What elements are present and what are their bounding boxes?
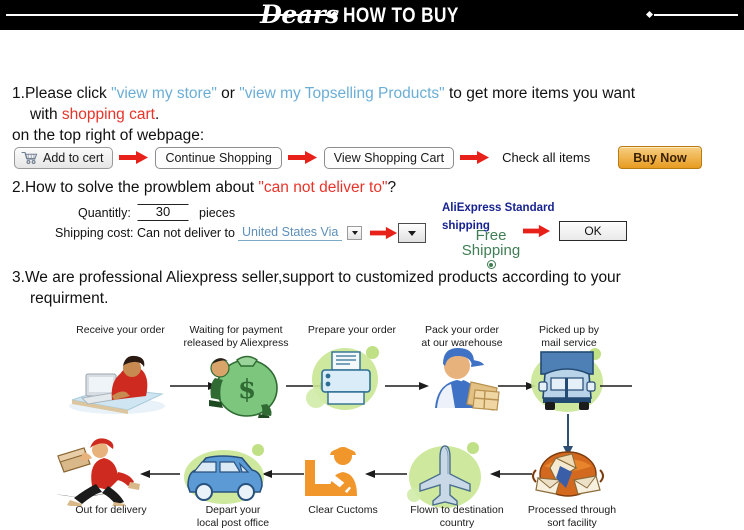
header-rule-right xyxy=(654,14,738,16)
flow-label-processed-sort: Processed through sort facility xyxy=(527,504,617,530)
buy-now-button[interactable]: Buy Now xyxy=(618,146,702,169)
quantity-input[interactable]: 30 xyxy=(137,204,189,221)
section1-line2-text-b: . xyxy=(154,106,160,123)
country-select-value[interactable]: United States Via xyxy=(238,225,343,241)
section1-line1-text-a: Please click xyxy=(24,85,112,102)
svg-text:$: $ xyxy=(238,375,256,405)
section1-line3: on the top right of webpage: xyxy=(12,127,205,144)
flow-line-right-icon xyxy=(600,385,632,387)
continue-shopping-label: Continue Shopping xyxy=(165,150,272,165)
arrow-5-icon xyxy=(523,224,551,243)
flow-label-prepare-your-order: Prepare your order xyxy=(307,324,397,336)
pieces-label: pieces xyxy=(199,206,236,220)
delivery-van-icon xyxy=(178,440,274,513)
free-shipping-option[interactable]: Free Shipping xyxy=(452,228,530,269)
flow-arrow-3-icon xyxy=(385,382,429,390)
section1-button-row: Add to cert Continue Shopping View Shopp… xyxy=(14,146,702,169)
section1-line1-text-c: to get more items you want xyxy=(444,85,636,102)
arrow-4-icon xyxy=(370,226,398,245)
arrow-1-icon xyxy=(119,150,149,165)
shipping-flowchart: Receive your order Waiting for payment r… xyxy=(0,318,744,529)
view-shopping-cart-button[interactable]: View Shopping Cart xyxy=(323,146,455,169)
shopping-cart-icon xyxy=(21,151,38,164)
quantity-label: Quantitly: xyxy=(78,206,131,220)
section1-number: 1. xyxy=(12,85,25,102)
printer-icon xyxy=(306,344,386,419)
can-not-deliver-highlight: "can not deliver to" xyxy=(258,179,388,196)
brand-logo: Dears xyxy=(260,0,339,29)
mail-truck-icon xyxy=(527,344,609,421)
section2-heading: 2.How to solve the prowblem about "can n… xyxy=(12,178,396,197)
person-at-computer-icon xyxy=(62,354,170,421)
page-title: HOW TO BUY xyxy=(342,3,459,27)
section2-heading-b: ? xyxy=(387,179,397,196)
section1-line2-text-a: with xyxy=(30,106,62,123)
section2-heading-a: How to solve the prowblem about xyxy=(24,179,259,196)
free-shipping-line1: Free xyxy=(475,227,507,244)
flow-label-receive-your-order: Receive your order xyxy=(76,324,165,336)
money-bag-icon: $ xyxy=(207,346,283,423)
arrow-2-icon xyxy=(287,150,318,165)
flow-label-depart-local-post: Depart your local post office xyxy=(196,504,270,530)
view-shopping-cart-label: View Shopping Cart xyxy=(333,150,445,165)
check-all-items-label: Check all items xyxy=(502,150,591,165)
flow-label-flown-to-destination: Flown to destination country xyxy=(410,504,504,530)
flow-arrow-5-icon xyxy=(490,470,532,478)
header-title-wrap: Dears HOW TO BUY xyxy=(0,0,744,30)
running-courier-icon xyxy=(52,436,148,511)
sort-facility-globe-icon xyxy=(530,444,606,507)
standard-shipping-line1: AliExpress Standard xyxy=(442,202,555,214)
section1-line2: with shopping cart. xyxy=(30,105,159,124)
add-to-cart-button[interactable]: Add to cert xyxy=(14,146,114,169)
buy-now-label: Buy Now xyxy=(633,150,687,165)
section3-line1: 3.We are professional Aliexpress seller,… xyxy=(12,268,621,287)
section2-number: 2. xyxy=(12,179,25,196)
page-body: 1.Please click "view my store" or "view … xyxy=(0,30,744,529)
chevron-down-icon xyxy=(351,231,358,235)
flow-label-out-for-delivery: Out for delivery xyxy=(75,504,147,516)
chevron-down-icon xyxy=(408,230,416,236)
shipping-cost-label: Shipping cost: Can not deliver to xyxy=(55,226,235,240)
country-dropdown-small[interactable] xyxy=(347,226,362,240)
customs-officer-icon xyxy=(303,444,371,507)
arrow-3-icon xyxy=(460,150,490,165)
section3-text1: We are professional Aliexpress seller,su… xyxy=(24,269,621,286)
link-view-my-store[interactable]: "view my store" xyxy=(111,85,217,102)
shipping-method-dropdown[interactable] xyxy=(398,223,426,243)
flow-label-clear-customs: Clear Cuctoms xyxy=(308,504,378,516)
link-view-my-topselling-products[interactable]: "view my Topselling Products" xyxy=(239,85,444,102)
section1-line1: 1.Please click "view my store" or "view … xyxy=(12,84,635,103)
section2-form: Quantitly: 30 pieces Shipping cost: Can … xyxy=(0,202,744,269)
free-shipping-line2: Shipping xyxy=(461,242,521,259)
flow-arrow-6-icon xyxy=(365,470,407,478)
add-to-cart-label: Add to cert xyxy=(43,150,104,165)
section3-line2: requirment. xyxy=(30,290,109,307)
shopping-cart-highlight: shopping cart xyxy=(61,106,155,123)
continue-shopping-button[interactable]: Continue Shopping xyxy=(155,146,282,169)
section1-line1-text-b: or xyxy=(216,85,240,102)
page-header: Dears HOW TO BUY xyxy=(0,0,744,30)
section3-number: 3. xyxy=(12,269,25,286)
ok-button[interactable]: OK xyxy=(559,221,627,241)
